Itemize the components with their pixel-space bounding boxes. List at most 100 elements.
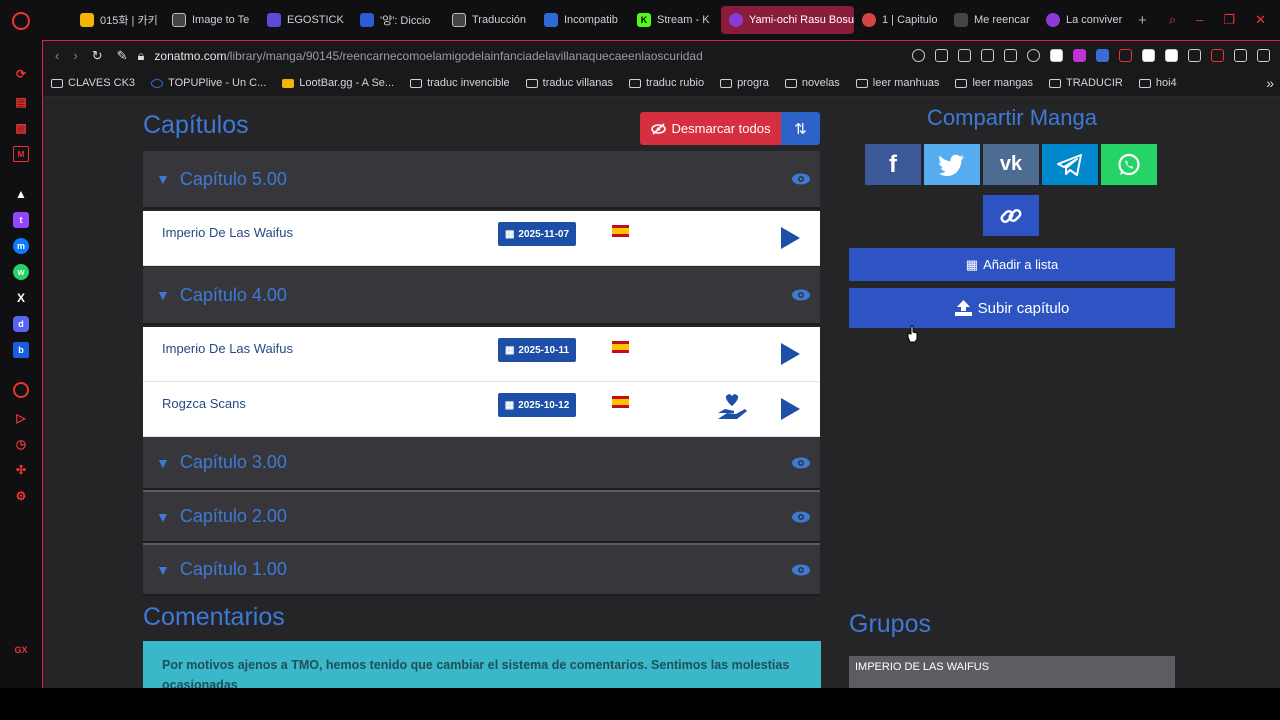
- bookmark-folder[interactable]: traduc villanas: [525, 77, 613, 89]
- tab-item-active[interactable]: Yami-ochi Rasu Bosu: [721, 6, 854, 34]
- eye-icon[interactable]: [791, 563, 811, 577]
- group-name[interactable]: Rogzca Scans: [162, 396, 246, 411]
- shield-icon[interactable]: [981, 49, 994, 62]
- flow-icon[interactable]: ▷: [13, 410, 29, 426]
- bookmark-item[interactable]: LootBar.gg - A Se...: [282, 77, 394, 89]
- play-icon[interactable]: [780, 342, 801, 366]
- bookmarks-overflow-icon[interactable]: »: [1266, 75, 1274, 91]
- extensions-sidebar-icon[interactable]: ✣: [13, 462, 29, 478]
- bookmark-folder[interactable]: TRADUCIR: [1048, 77, 1123, 89]
- heart-icon[interactable]: [1027, 49, 1040, 62]
- search-tabs-icon[interactable]: ⌕: [1169, 12, 1176, 28]
- tab-item[interactable]: 1 | Capitulo: [854, 6, 946, 34]
- play-icon[interactable]: [780, 397, 801, 421]
- bookmark-item[interactable]: TOPUPlive - Un C...: [151, 77, 266, 89]
- new-tab-button[interactable]: +: [1130, 6, 1155, 34]
- chapter-header[interactable]: ▼ Capítulo 4.00: [143, 267, 820, 325]
- mail-icon[interactable]: M: [13, 146, 29, 162]
- chapter-header[interactable]: ▼ Capítulo 3.00: [143, 437, 820, 490]
- settings-icon[interactable]: ⚙: [13, 488, 29, 504]
- zoom-icon[interactable]: [912, 49, 925, 62]
- opera-logo-icon[interactable]: [12, 12, 30, 30]
- menu-icon[interactable]: [1257, 49, 1270, 62]
- copy-link-button[interactable]: [983, 195, 1039, 236]
- extension-icon[interactable]: [1165, 49, 1178, 62]
- group-name[interactable]: Imperio De Las Waifus: [162, 225, 293, 240]
- chapter-header[interactable]: ▼ Capítulo 2.00: [143, 490, 820, 543]
- tab-item[interactable]: Image to Te: [164, 6, 259, 34]
- tab-item[interactable]: La conviver: [1038, 6, 1130, 34]
- bookmark-folder[interactable]: traduc rubio: [628, 77, 704, 89]
- forward-icon[interactable]: ›: [73, 48, 77, 63]
- pin-icon[interactable]: [935, 49, 948, 62]
- extension-icon[interactable]: [1142, 49, 1155, 62]
- aria-icon[interactable]: ▲: [13, 186, 29, 202]
- close-icon[interactable]: ✕: [1255, 12, 1266, 28]
- unmark-all-button[interactable]: Desmarcar todos: [640, 112, 781, 145]
- eye-icon[interactable]: [791, 510, 811, 524]
- donate-heart-hand-icon[interactable]: [716, 393, 748, 421]
- eye-icon[interactable]: [791, 172, 811, 186]
- puzzle-icon[interactable]: [1188, 49, 1201, 62]
- tab-item[interactable]: EGOSTICK: [259, 6, 352, 34]
- music-icon[interactable]: [13, 382, 29, 398]
- maximize-icon[interactable]: ❐: [1223, 12, 1235, 28]
- tab-item[interactable]: Me reencar: [946, 6, 1038, 34]
- upload-chapter-button[interactable]: Subir capítulo: [849, 288, 1175, 328]
- snapshot-icon[interactable]: [958, 49, 971, 62]
- bookmarks-sidebar-icon[interactable]: ▤: [13, 94, 29, 110]
- facebook-share-button[interactable]: f: [865, 144, 921, 185]
- whatsapp-share-button[interactable]: [1101, 144, 1157, 185]
- group-name[interactable]: Imperio De Las Waifus: [162, 341, 293, 356]
- bookmark-folder[interactable]: hoi4: [1138, 77, 1177, 89]
- telegram-share-button[interactable]: [1042, 144, 1098, 185]
- downloads-icon[interactable]: [1234, 49, 1247, 62]
- bookmark-folder[interactable]: novelas: [784, 77, 840, 89]
- bookmark-folder[interactable]: leer mangas: [955, 77, 1033, 89]
- send-icon[interactable]: [1004, 49, 1017, 62]
- upload-row[interactable]: Rogzca Scans ▦ 2025-10-12: [143, 382, 820, 437]
- speed-dial-icon[interactable]: ⟳: [13, 66, 29, 82]
- twitch-icon[interactable]: t: [13, 212, 29, 228]
- x-icon[interactable]: X: [13, 290, 29, 306]
- whatsapp-sidebar-icon[interactable]: w: [13, 264, 29, 280]
- add-to-list-button[interactable]: ▦ Añadir a lista: [849, 248, 1175, 281]
- bookmark-folder[interactable]: CLAVES CK3: [51, 77, 135, 89]
- reload-icon[interactable]: ↻: [92, 48, 103, 64]
- tab-item[interactable]: K Stream - K: [629, 6, 721, 34]
- tab-item[interactable]: 015화 | 카키: [72, 6, 164, 34]
- chapter-header[interactable]: ▼ Capítulo 5.00: [143, 151, 820, 209]
- wallet-icon[interactable]: [1211, 49, 1224, 62]
- url-field[interactable]: zonatmo.com/library/manga/90145/reencarn…: [154, 49, 702, 63]
- vk-share-button[interactable]: vk: [983, 144, 1039, 185]
- history-icon[interactable]: ◷: [13, 436, 29, 452]
- tab-item[interactable]: Traducción: [444, 6, 536, 34]
- pinboard-icon[interactable]: ▧: [13, 120, 29, 136]
- twitter-share-button[interactable]: [924, 144, 980, 185]
- group-card[interactable]: IMPERIO DE LAS WAIFUS: [849, 656, 1175, 688]
- minimize-icon[interactable]: –: [1196, 12, 1203, 28]
- eye-icon[interactable]: [791, 456, 811, 470]
- sort-button[interactable]: ⇅: [781, 112, 820, 145]
- bitwarden-icon[interactable]: b: [13, 342, 29, 358]
- bookmark-folder[interactable]: leer manhuas: [855, 77, 939, 89]
- discord-icon[interactable]: d: [13, 316, 29, 332]
- folder-icon: [628, 78, 641, 88]
- extension-icon[interactable]: [1119, 49, 1132, 62]
- download-ext-icon[interactable]: [1073, 49, 1086, 62]
- upload-row[interactable]: Imperio De Las Waifus ▦ 2025-11-07: [143, 211, 820, 266]
- site-settings-icon[interactable]: ✎: [117, 48, 128, 64]
- extension-icon[interactable]: [1050, 49, 1063, 62]
- tab-item[interactable]: '양': Diccio: [352, 6, 444, 34]
- bookmark-folder[interactable]: traduc invencible: [410, 77, 510, 89]
- play-icon[interactable]: [780, 226, 801, 250]
- back-icon[interactable]: ‹: [55, 48, 59, 63]
- messenger-icon[interactable]: m: [13, 238, 29, 254]
- chapter-header[interactable]: ▼ Capítulo 1.00: [143, 543, 820, 596]
- upload-row[interactable]: Imperio De Las Waifus ▦ 2025-10-11: [143, 327, 820, 382]
- bookmark-folder[interactable]: progra: [720, 77, 769, 89]
- gx-corner-label[interactable]: GX: [13, 642, 29, 658]
- tab-item[interactable]: Incompatib: [536, 6, 629, 34]
- extension-icon[interactable]: [1096, 49, 1109, 62]
- eye-icon[interactable]: [791, 288, 811, 302]
